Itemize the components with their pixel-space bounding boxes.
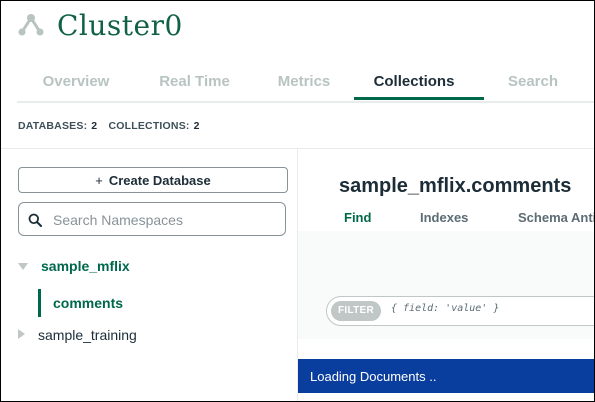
tab-search[interactable]: Search	[505, 73, 561, 99]
tab-collections[interactable]: Collections	[369, 73, 459, 99]
collections-count: 2	[193, 120, 200, 132]
sidebar-item-collection[interactable]: comments	[53, 295, 123, 311]
databases-count: 2	[91, 120, 98, 132]
namespace-title: sample_mflix.comments	[339, 175, 572, 197]
namespace-stats: DATABASES: 2 COLLECTIONS: 2	[18, 120, 208, 132]
filter-input[interactable]: { field: 'value' }	[391, 303, 499, 314]
active-collection-indicator	[38, 289, 41, 317]
plus-icon: +	[95, 172, 103, 188]
caret-down-icon[interactable]	[18, 263, 28, 270]
cluster-tabs: Overview Real Time Metrics Collections S…	[17, 69, 594, 103]
subtab-find[interactable]: Find	[344, 210, 371, 225]
namespace-search-input[interactable]	[51, 209, 280, 231]
search-icon	[28, 213, 42, 227]
cluster-icon	[17, 11, 45, 39]
active-tab-indicator	[354, 97, 484, 100]
tab-real-time[interactable]: Real Time	[157, 73, 232, 99]
subtab-schema-anti-patterns[interactable]: Schema Anti-Patterns	[518, 210, 594, 225]
create-database-button[interactable]: + Create Database	[18, 167, 288, 193]
filter-badge: FILTER	[331, 301, 382, 321]
window-frame: Cluster0 Overview Real Time Metrics Coll…	[0, 0, 595, 402]
loading-banner: Loading Documents ..	[298, 359, 594, 393]
tab-metrics[interactable]: Metrics	[274, 73, 334, 99]
loading-text: Loading Documents ..	[310, 369, 437, 384]
namespace-search-box[interactable]	[18, 202, 286, 236]
sidebar-item-database[interactable]: sample_training	[38, 327, 137, 343]
filter-bar[interactable]: FILTER { field: 'value' }	[326, 296, 594, 326]
sidebar-item-database[interactable]: sample_mflix	[41, 258, 130, 274]
cluster-name: Cluster0	[57, 8, 183, 42]
collection-subtabs: Find Indexes Schema Anti-Patterns	[298, 205, 594, 231]
tab-overview[interactable]: Overview	[41, 73, 111, 99]
caret-right-icon[interactable]	[18, 329, 25, 339]
section-divider	[1, 148, 594, 149]
subtab-indexes[interactable]: Indexes	[420, 210, 468, 225]
databases-label: DATABASES:	[18, 120, 88, 132]
cluster-header: Cluster0	[17, 7, 183, 43]
collections-label: COLLECTIONS:	[108, 120, 190, 132]
create-database-label: Create Database	[108, 172, 211, 188]
